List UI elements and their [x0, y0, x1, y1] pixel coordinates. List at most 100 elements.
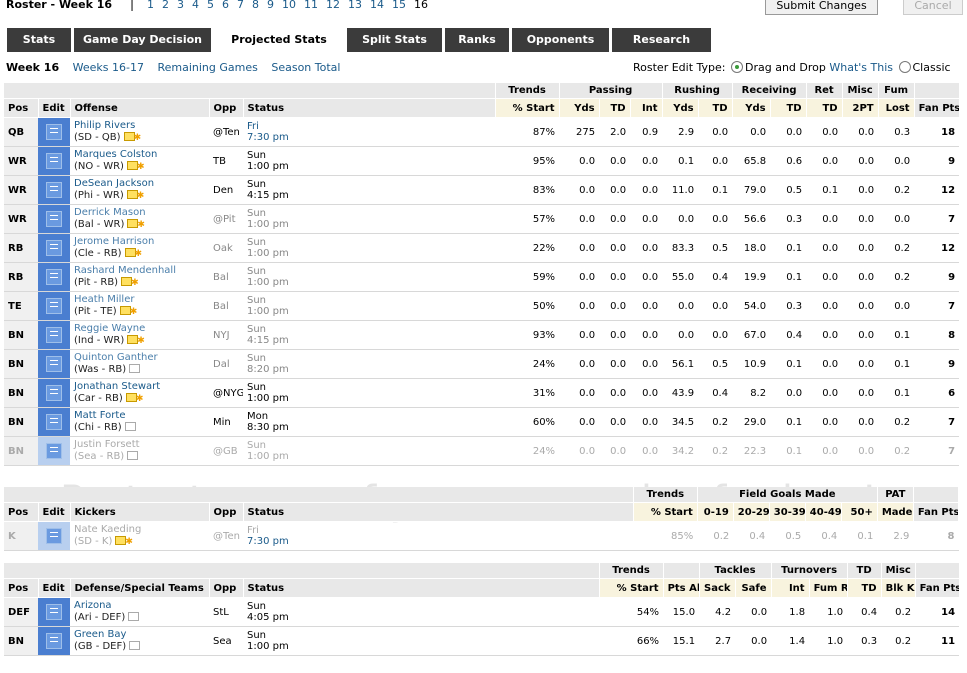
edit-button-icon[interactable]	[46, 385, 62, 401]
edit-cell[interactable]	[38, 291, 70, 321]
edit-cell[interactable]	[38, 349, 70, 379]
edit-cell[interactable]	[38, 117, 70, 147]
edit-cell[interactable]	[38, 407, 70, 437]
cancel-button[interactable]: Cancel	[903, 0, 963, 15]
stat-pint: 0.0	[630, 378, 663, 408]
stat-rtd: 0.1	[698, 175, 733, 205]
player-note-icon[interactable]	[124, 248, 136, 257]
player-note-icon[interactable]	[123, 132, 135, 141]
edit-button-icon[interactable]	[46, 356, 62, 372]
player-name-link[interactable]: Jonathan Stewart	[74, 381, 205, 393]
player-cell: Green Bay (GB - DEF)	[70, 626, 209, 656]
edit-cell[interactable]	[38, 262, 70, 292]
edit-button-icon[interactable]	[46, 633, 62, 649]
link-season-total[interactable]: Season Total	[271, 61, 340, 74]
player-note-icon[interactable]	[129, 641, 141, 650]
player-name-link[interactable]: Philip Rivers	[74, 120, 205, 132]
game-time[interactable]: 7:30 pm	[247, 132, 491, 143]
player-name-link[interactable]: Matt Forte	[74, 410, 205, 422]
week-link-5[interactable]: 5	[207, 0, 214, 11]
week-link-1[interactable]: 1	[147, 0, 154, 11]
edit-cell[interactable]	[38, 521, 70, 551]
stat-ctd: 0.6	[770, 146, 807, 176]
edit-button-icon[interactable]	[46, 327, 62, 343]
week-link-4[interactable]: 4	[192, 0, 199, 11]
tab-split-stats[interactable]: Split Stats	[347, 28, 442, 52]
week-link-16[interactable]: 16	[414, 0, 428, 11]
edit-cell[interactable]	[38, 597, 70, 627]
whats-this-link[interactable]: What's This	[829, 61, 893, 74]
week-link-2[interactable]: 2	[162, 0, 169, 11]
game-day[interactable]: Fri	[247, 121, 491, 132]
kickers-col-6: 0-19	[697, 502, 734, 522]
week-link-7[interactable]: 7	[237, 0, 244, 11]
edit-button-icon[interactable]	[46, 182, 62, 198]
edit-button-icon[interactable]	[46, 124, 62, 140]
week-link-13[interactable]: 13	[348, 0, 362, 11]
edit-button-icon[interactable]	[46, 443, 62, 459]
edit-button-icon[interactable]	[46, 414, 62, 430]
player-team-pos: (Pit - TE) ✱	[74, 306, 205, 318]
tab-projected-stats[interactable]: Projected Stats	[214, 28, 344, 52]
offense-col-6: Yds	[559, 98, 600, 118]
week-link-11[interactable]: 11	[304, 0, 318, 11]
drag-drop-radio[interactable]	[730, 61, 743, 73]
stat-cyds: 29.0	[732, 407, 771, 437]
player-name-link[interactable]: Nate Kaeding	[74, 524, 205, 536]
player-name-link[interactable]: DeSean Jackson	[74, 178, 205, 190]
player-note-icon[interactable]	[129, 364, 141, 373]
player-name-link[interactable]: Quinton Ganther	[74, 352, 205, 364]
submit-changes-button[interactable]: Submit Changes	[765, 0, 878, 15]
week-link-6[interactable]: 6	[222, 0, 229, 11]
edit-cell[interactable]	[38, 146, 70, 176]
defense-col-0: Pos	[4, 578, 39, 598]
edit-cell[interactable]	[38, 436, 70, 466]
player-name-link[interactable]: Arizona	[74, 600, 205, 612]
week-link-8[interactable]: 8	[252, 0, 259, 11]
player-name-link[interactable]: Heath Miller	[74, 294, 205, 306]
edit-cell[interactable]	[38, 204, 70, 234]
game-day[interactable]: Fri	[247, 525, 629, 536]
edit-cell[interactable]	[38, 626, 70, 656]
link-remaining-games[interactable]: Remaining Games	[157, 61, 257, 74]
sub-nav: Week 16 Weeks 16-17 Remaining Games Seas…	[6, 61, 350, 74]
edit-button-icon[interactable]	[46, 269, 62, 285]
player-name-link[interactable]: Justin Forsett	[74, 439, 205, 451]
classic-radio[interactable]	[898, 61, 911, 73]
edit-button-icon[interactable]	[46, 211, 62, 227]
player-name-link[interactable]: Rashard Mendenhall	[74, 265, 205, 277]
player-note-icon[interactable]	[127, 451, 139, 460]
week-link-14[interactable]: 14	[370, 0, 384, 11]
tab-opponents[interactable]: Opponents	[512, 28, 609, 52]
tab-research[interactable]: Research	[612, 28, 711, 52]
edit-button-icon[interactable]	[46, 240, 62, 256]
week-link-9[interactable]: 9	[267, 0, 274, 11]
edit-cell[interactable]	[38, 233, 70, 263]
edit-button-icon[interactable]	[46, 153, 62, 169]
edit-cell[interactable]	[38, 378, 70, 408]
week-link-10[interactable]: 10	[282, 0, 296, 11]
tab-game-day-decision[interactable]: Game Day Decision	[74, 28, 211, 52]
edit-button-icon[interactable]	[46, 528, 62, 544]
game-time[interactable]: 7:30 pm	[247, 536, 629, 547]
stat-sack: 2.7	[699, 626, 736, 656]
player-name-link[interactable]: Derrick Mason	[74, 207, 205, 219]
week-link-3[interactable]: 3	[177, 0, 184, 11]
tab-ranks[interactable]: Ranks	[445, 28, 509, 52]
week-link-15[interactable]: 15	[392, 0, 406, 11]
player-note-icon[interactable]	[124, 422, 136, 431]
edit-button-icon[interactable]	[46, 298, 62, 314]
tab-stats[interactable]: Stats	[7, 28, 71, 52]
player-name-link[interactable]: Jerome Harrison	[74, 236, 205, 248]
player-name-link[interactable]: Reggie Wayne	[74, 323, 205, 335]
player-note-icon[interactable]	[128, 612, 140, 621]
edit-cell[interactable]	[38, 175, 70, 205]
offense-col-13: TD	[806, 98, 843, 118]
player-name-link[interactable]: Marques Colston	[74, 149, 205, 161]
week-link-12[interactable]: 12	[326, 0, 340, 11]
edit-cell[interactable]	[38, 320, 70, 350]
link-weeks-16-17[interactable]: Weeks 16-17	[73, 61, 144, 74]
edit-button-icon[interactable]	[46, 604, 62, 620]
player-name-link[interactable]: Green Bay	[74, 629, 205, 641]
stat-ptd: 0.0	[599, 204, 631, 234]
